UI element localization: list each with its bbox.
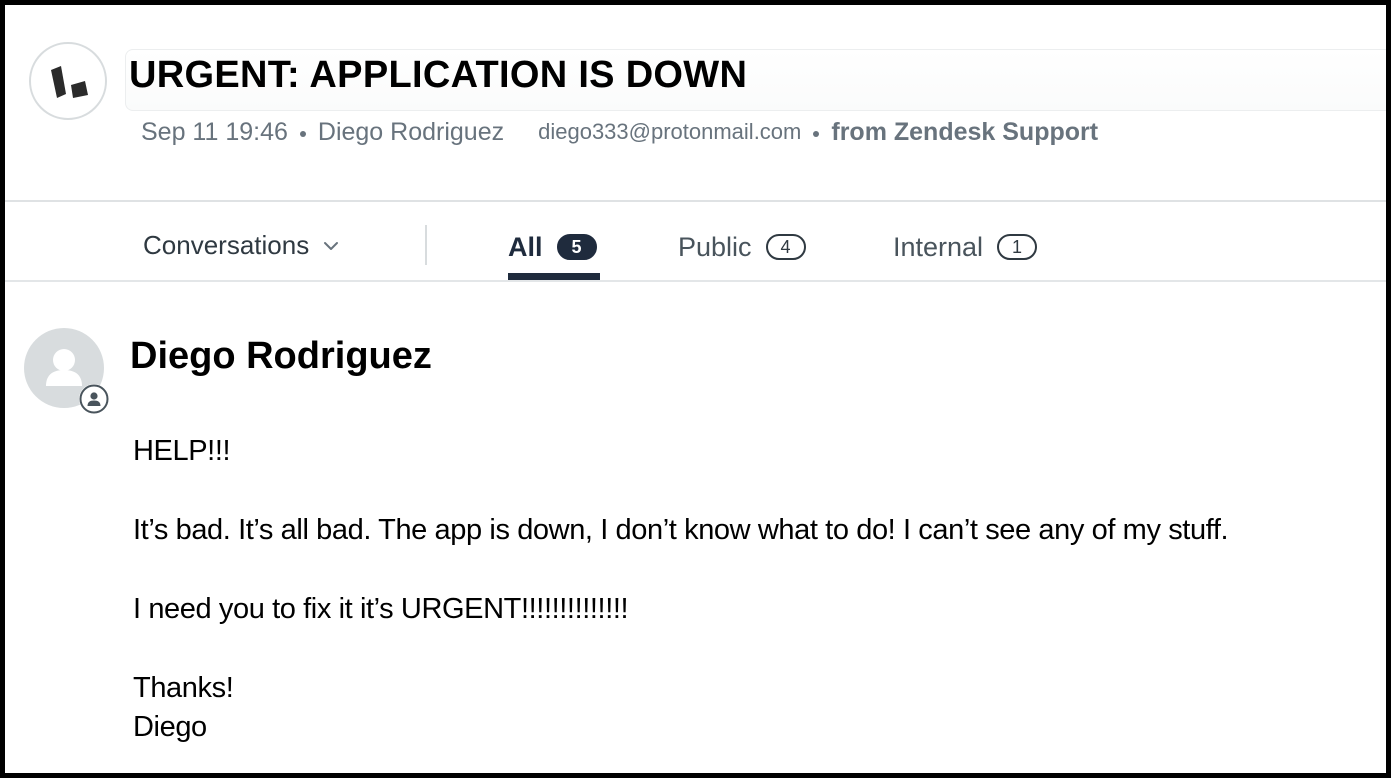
tab-count-badge: 4 — [765, 234, 806, 260]
message-body: HELP!!! It’s bad. It’s all bad. The app … — [133, 432, 1383, 747]
conversations-label: Conversations — [143, 229, 310, 260]
tab-all[interactable]: All 5 — [508, 227, 597, 267]
message-author[interactable]: Diego Rodriguez — [130, 333, 432, 379]
conversations-dropdown[interactable]: Conversations — [143, 225, 339, 265]
ticket-timestamp: Sep 11 19:46 — [141, 117, 288, 146]
ticket-source: from Zendesk Support — [831, 117, 1099, 146]
ticket-meta: Sep 11 19:46 Diego Rodriguez diego333@pr… — [141, 115, 1098, 149]
tabs-separator — [425, 225, 427, 265]
tab-label: Public — [678, 231, 752, 262]
message-line: HELP!!! — [133, 435, 231, 467]
message-line: Thanks! — [133, 672, 234, 704]
tab-public[interactable]: Public 4 — [678, 227, 806, 267]
requester-badge-icon — [79, 384, 109, 414]
requester-email[interactable]: diego333@protonmail.com — [538, 119, 801, 145]
message-line: Diego — [133, 711, 207, 743]
zendesk-logo-icon — [29, 42, 107, 120]
tab-count-badge: 5 — [556, 234, 597, 260]
requester-name[interactable]: Diego Rodriguez — [318, 118, 504, 147]
tab-label: All — [508, 231, 543, 262]
ticket-window: URGENT: APPLICATION IS DOWN Sep 11 19:46… — [0, 0, 1391, 778]
chevron-down-icon — [323, 238, 339, 256]
tab-count-badge: 1 — [997, 234, 1038, 260]
tabs-divider — [5, 280, 1386, 282]
active-tab-indicator — [508, 273, 600, 280]
message-line: I need you to fix it it’s URGENT!!!!!!!!… — [133, 593, 629, 625]
tab-label: Internal — [893, 231, 984, 262]
ticket-subject[interactable]: URGENT: APPLICATION IS DOWN — [129, 51, 747, 99]
message-line: It’s bad. It’s all bad. The app is down,… — [133, 514, 1229, 546]
separator-dot — [299, 131, 306, 137]
tab-internal[interactable]: Internal 1 — [893, 227, 1038, 267]
separator-dot — [813, 131, 820, 137]
header-divider — [5, 200, 1386, 202]
